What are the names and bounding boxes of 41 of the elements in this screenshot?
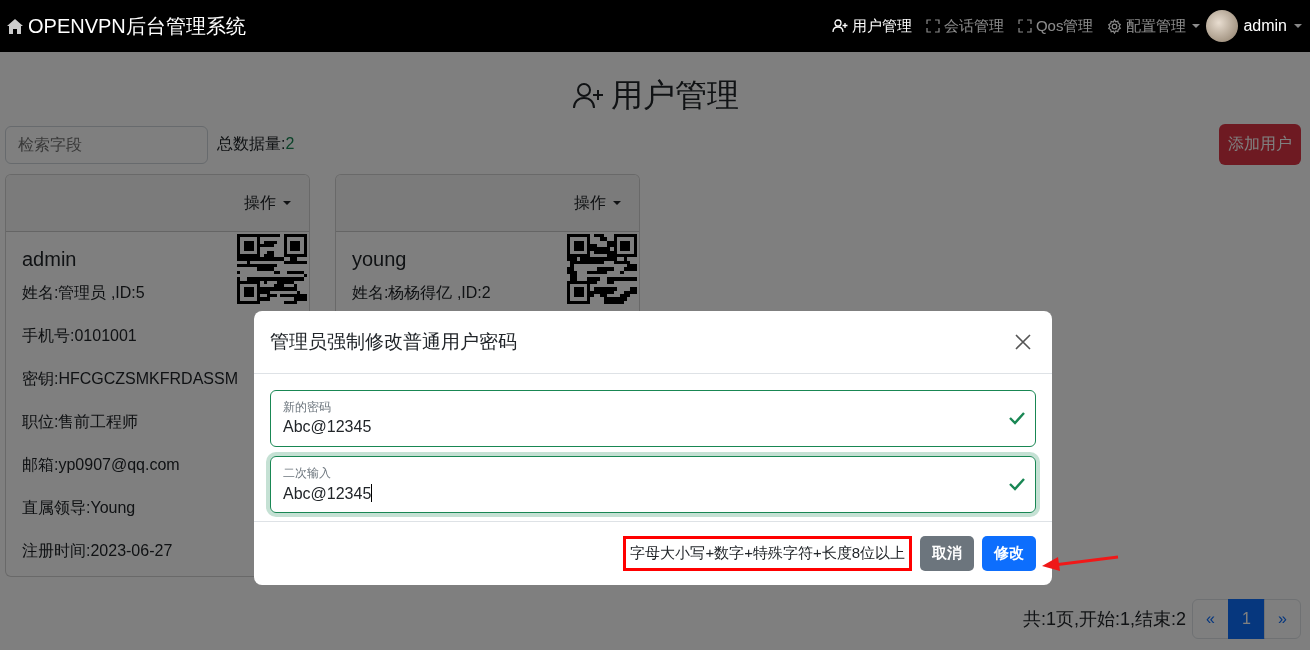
user-detail: 职位:售前工程师 [22, 412, 139, 432]
actions-dropdown[interactable]: 操作 [570, 188, 625, 218]
modal-title: 管理员强制修改普通用户密码 [270, 330, 517, 354]
brand-title[interactable]: OPENVPN后台管理系统 [28, 12, 246, 40]
pagination-summary: 共:1页,开始:1,结束:2 [1022, 608, 1186, 631]
username: admin [22, 248, 78, 271]
cancel-button[interactable]: 取消 [920, 536, 974, 571]
expand-icon [925, 19, 940, 33]
password-hint: 字母大小写+数字+特殊字符+长度8位以上 [623, 536, 912, 571]
submit-button[interactable]: 修改 [982, 536, 1036, 571]
nav-link[interactable]: Qos管理 [1017, 16, 1094, 36]
caret-icon [283, 201, 291, 205]
total-count: 总数据量:2 [217, 134, 296, 154]
nav-link[interactable]: 会话管理 [925, 16, 1004, 36]
user-detail: 邮箱:yp0907@qq.com [22, 455, 180, 475]
nav-link[interactable]: 配置管理 [1107, 16, 1201, 36]
user-detail: 直属领导:Young [22, 498, 136, 518]
home-icon [6, 17, 24, 35]
page-title: 用户管理 [611, 76, 739, 115]
search-field[interactable]: 检索字段 [5, 125, 208, 164]
qr-code-icon [567, 234, 637, 304]
user-detail: 姓名:管理员 ,ID:5 [22, 283, 145, 303]
user-menu[interactable]: admin [1243, 17, 1287, 35]
caret-icon [613, 201, 621, 205]
actions-dropdown[interactable]: 操作 [240, 188, 295, 218]
avatar-icon[interactable] [1206, 10, 1239, 42]
user-plus-icon [571, 82, 605, 110]
user-detail: 姓名:杨杨得亿 ,ID:2 [352, 283, 491, 303]
check-icon [1008, 410, 1026, 426]
nav-link[interactable]: 用户管理 [831, 16, 912, 36]
expand-icon [1017, 19, 1032, 33]
user-detail: 密钥:HFCGCZSMKFRDASSM [22, 369, 238, 389]
qr-code-icon [237, 234, 307, 304]
user-detail: 注册时间:2023-06-27 [22, 541, 173, 561]
user-detail: 手机号:0101001 [22, 326, 137, 346]
check-icon [1008, 476, 1026, 492]
gear-icon [1107, 18, 1123, 34]
user-plus-icon [831, 19, 848, 33]
password-field[interactable]: 新的密码 Abc@12345 [270, 390, 1036, 447]
caret-icon [1294, 24, 1302, 28]
username: young [352, 248, 408, 271]
